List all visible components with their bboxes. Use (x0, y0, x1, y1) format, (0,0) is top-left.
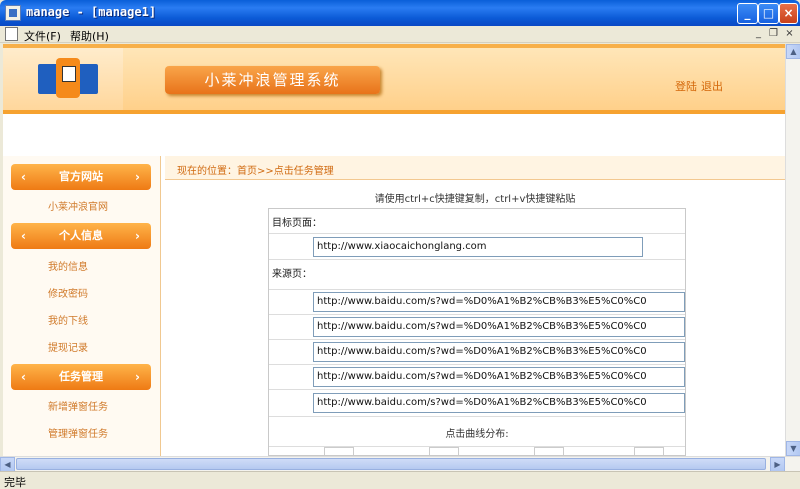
chevron-right-icon: › (135, 370, 140, 384)
mdi-minimize-button[interactable]: _ (752, 28, 765, 40)
chevron-right-icon: › (135, 229, 140, 243)
scroll-left-button[interactable]: ◀ (0, 457, 15, 472)
source-label-row: 来源页： (269, 260, 685, 290)
logo-area (3, 48, 123, 110)
sidebar-section-official-site[interactable]: ‹ 官方网站 › (11, 164, 151, 190)
vertical-scrollbar[interactable]: ▲ ▼ (785, 44, 800, 456)
site-header: 小莱冲浪管理系统 登陆 退出 (3, 44, 785, 114)
sidebar-link-new-popup-task[interactable]: 新增弹窗任务 (48, 398, 108, 413)
maximize-button[interactable]: □ (758, 3, 779, 24)
logo-icon (38, 58, 98, 98)
breadcrumb-text: 现在的位置：首页>>点击任务管理 (177, 166, 334, 177)
logout-link[interactable]: 退出 (701, 78, 723, 94)
login-link[interactable]: 登陆 (675, 78, 697, 94)
window-title: manage - [manage1] (26, 5, 157, 19)
source-url-input-1[interactable]: http://www.baidu.com/s?wd=%D0%A1%B2%CB%B… (313, 292, 685, 312)
system-title: 小莱冲浪管理系统 (165, 66, 380, 94)
source-row: http://www.baidu.com/s?wd=%D0%A1%B2%CB%B… (269, 365, 685, 390)
mdi-close-button[interactable]: × (783, 28, 796, 40)
target-page-label: 目标页面： (272, 218, 322, 229)
sidebar-link-withdraw-records[interactable]: 提现记录 (48, 339, 88, 354)
scroll-down-button[interactable]: ▼ (786, 441, 800, 456)
client-area: 小莱冲浪管理系统 登陆 退出 ‹ 官方网站 › 小莱冲浪官网 ‹ 个人信息 › … (3, 44, 785, 456)
target-input-row: http://www.xiaocaichonglang.com (269, 234, 685, 260)
task-form: 目标页面： http://www.xiaocaichonglang.com 来源… (268, 208, 686, 456)
sidebar: ‹ 官方网站 › 小莱冲浪官网 ‹ 个人信息 › 我的信息 修改密码 我的下线 … (3, 156, 161, 456)
source-row: http://www.baidu.com/s?wd=%D0%A1%B2%CB%B… (269, 340, 685, 365)
chevron-right-icon: › (135, 170, 140, 184)
header-spacer (3, 118, 785, 156)
status-text: 完毕 (4, 476, 26, 489)
curve-label-row: 点击曲线分布: (269, 417, 685, 447)
sidebar-section-personal-info[interactable]: ‹ 个人信息 › (11, 223, 151, 249)
curve-distribution-label: 点击曲线分布: (445, 429, 509, 440)
horizontal-scroll-thumb[interactable] (16, 458, 766, 470)
sidebar-link-my-info[interactable]: 我的信息 (48, 258, 88, 273)
title-bar: manage - [manage1] _ □ × (0, 0, 800, 26)
menu-file[interactable]: 文件(F) (24, 28, 61, 44)
horizontal-scrollbar[interactable]: ◀ ▶ (0, 456, 800, 472)
document-icon (5, 27, 18, 41)
source-row: http://www.baidu.com/s?wd=%D0%A1%B2%CB%B… (269, 290, 685, 315)
target-url-input[interactable]: http://www.xiaocaichonglang.com (313, 237, 643, 257)
curve-input[interactable] (634, 447, 664, 455)
breadcrumb: 现在的位置：首页>>点击任务管理 (165, 156, 785, 180)
curve-input[interactable] (429, 447, 459, 455)
app-icon (5, 5, 21, 21)
curve-input[interactable] (534, 447, 564, 455)
source-row: http://www.baidu.com/s?wd=%D0%A1%B2%CB%B… (269, 315, 685, 340)
main-content: 现在的位置：首页>>点击任务管理 请使用ctrl+c快捷键复制，ctrl+v快捷… (165, 156, 785, 456)
close-button[interactable]: × (779, 3, 798, 24)
sidebar-link-change-password[interactable]: 修改密码 (48, 285, 88, 300)
copy-paste-hint: 请使用ctrl+c快捷键复制，ctrl+v快捷键粘贴 (374, 194, 576, 205)
source-url-input-3[interactable]: http://www.baidu.com/s?wd=%D0%A1%B2%CB%B… (313, 342, 685, 362)
curve-input[interactable] (324, 447, 354, 455)
source-url-input-2[interactable]: http://www.baidu.com/s?wd=%D0%A1%B2%CB%B… (313, 317, 685, 337)
scroll-right-button[interactable]: ▶ (770, 457, 785, 472)
curve-cells (269, 447, 685, 455)
menu-help[interactable]: 帮助(H) (70, 28, 109, 44)
source-url-input-5[interactable]: http://www.baidu.com/s?wd=%D0%A1%B2%CB%B… (313, 393, 685, 413)
sidebar-section-task-management[interactable]: ‹ 任务管理 › (11, 364, 151, 390)
sidebar-link-manage-popup-task[interactable]: 管理弹窗任务 (48, 425, 108, 440)
source-page-label: 来源页： (272, 269, 312, 280)
sidebar-link-my-downline[interactable]: 我的下线 (48, 312, 88, 327)
minimize-button[interactable]: _ (737, 3, 758, 24)
target-label-row: 目标页面： (269, 209, 685, 234)
menu-bar: 文件(F) 帮助(H) _ ❐ × (0, 26, 800, 43)
scroll-up-button[interactable]: ▲ (786, 44, 800, 59)
source-row: http://www.baidu.com/s?wd=%D0%A1%B2%CB%B… (269, 390, 685, 417)
status-bar: 完毕 (0, 471, 800, 489)
source-url-input-4[interactable]: http://www.baidu.com/s?wd=%D0%A1%B2%CB%B… (313, 367, 685, 387)
mdi-restore-button[interactable]: ❐ (767, 28, 780, 40)
sidebar-link-official-site[interactable]: 小莱冲浪官网 (48, 198, 108, 213)
